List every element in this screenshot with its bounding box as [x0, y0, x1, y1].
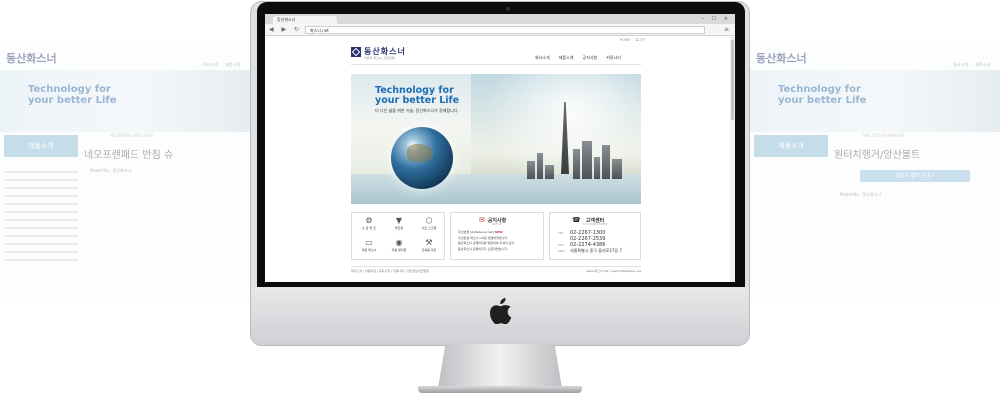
- product-shortcut-label: 자동 방지류: [391, 248, 407, 252]
- address-bar[interactable]: 화스너.net: [305, 26, 705, 34]
- info-boxes: ⚙ 소 잡 볼 트 ▼ 볼트류 ⬡ 너트·스크류 ▭ 자동 화스너 ◉ 자동 방…: [351, 212, 641, 260]
- product-shortcut-3[interactable]: ⬡ 너트·스크류: [418, 216, 440, 236]
- browser-nav-icons[interactable]: ◀ ▶ ↻: [269, 26, 302, 33]
- bg-left-category: 제품소개: [4, 135, 78, 157]
- main-nav: 회사소개 제품소개 공지사항 커뮤니티: [535, 55, 621, 61]
- apple-icon: [490, 298, 512, 329]
- product-shortcut-5[interactable]: ◉ 자동 방지류: [388, 238, 410, 258]
- browser-tab[interactable]: 동산화스너: [273, 16, 337, 24]
- bg-right-nav: 회사소개 제품소개: [953, 62, 990, 67]
- washer-icon: ◉: [395, 238, 403, 247]
- product-shortcut-label: 너트·스크류: [421, 226, 437, 230]
- bg-right-subheading: ONE TOUCH HANGER: [862, 133, 905, 138]
- monitor-chin: [251, 287, 749, 345]
- product-shortcut-label: 건축용 볼트: [421, 248, 437, 252]
- notice-item-text: 주소변경 (dsfastener.net): [458, 230, 494, 234]
- monitor-base: [418, 386, 582, 393]
- address: 서울특별시 중구 을지로17길 7: [570, 248, 622, 253]
- notice-list: 주소변경 (dsfastener.net) NEW 주소변경 화스너.net로 …: [458, 230, 514, 252]
- hero-title: Technology for your better Life: [375, 86, 459, 106]
- monitor-stand: [438, 344, 562, 388]
- scrollbar-thumb[interactable]: [731, 40, 734, 120]
- footer-links[interactable]: 회사소개 | 이용약관 | 공지사항 | 커뮤니티 | 개인정보취급방침: [351, 269, 429, 273]
- bg-right-hanger-button: 원터치 행거 안내 ?: [860, 170, 970, 182]
- bg-left-sidebar-lines: [4, 165, 78, 267]
- product-shortcut-label: 볼트류: [394, 226, 404, 230]
- camera-icon: [506, 7, 510, 11]
- website-page: HOME 로그인 동산화스너 기술과 화스너, 고객만족 회사소개 제품소개 공…: [265, 36, 735, 282]
- bg-right-model: Model No : 동산화스너: [840, 192, 882, 197]
- anchor-bolt-icon: ⚒: [425, 238, 433, 247]
- bg-right-logo: 동산화스너: [756, 52, 807, 65]
- fastener-icon: ▭: [365, 238, 373, 247]
- bg-right-heading: 원터치행거/앙산볼트: [834, 150, 921, 161]
- bg-left-subheading: NEOPRENE PAD SHOE: [110, 133, 154, 138]
- browser-toolbar: ◀ ▶ ↻ 화스너.net ≡: [265, 24, 735, 36]
- bg-right-category: 제품소개: [754, 135, 828, 157]
- nav-item-products[interactable]: 제품소개: [559, 55, 574, 61]
- bolt-icon: ▼: [395, 216, 403, 225]
- product-shortcut-label: 소 잡 볼 트: [362, 226, 376, 230]
- product-shortcut-1[interactable]: ⚙ 소 잡 볼 트: [358, 216, 380, 236]
- product-shortcuts: ⚙ 소 잡 볼 트 ▼ 볼트류 ⬡ 너트·스크류 ▭ 자동 화스너 ◉ 자동 방…: [351, 212, 445, 260]
- notice-subtitle: NOTICE: [492, 223, 502, 226]
- window-controls[interactable]: – ☐ ✕: [702, 16, 731, 22]
- background-page-left: 동산화스너 회사소개 제품소개 Technology for your bett…: [0, 40, 250, 300]
- notice-item-text: 주소변경 화스너.net로 변경되었습니다.: [458, 235, 509, 240]
- nav-item-company[interactable]: 회사소개: [535, 55, 550, 61]
- product-shortcut-label: 자동 화스너: [361, 248, 377, 252]
- product-shortcut-6[interactable]: ⚒ 건축용 볼트: [418, 238, 440, 258]
- background-page-right: 동산화스너 회사소개 제품소개 Technology for your bett…: [750, 40, 1000, 300]
- product-shortcut-4[interactable]: ▭ 자동 화스너: [358, 238, 380, 258]
- bolt-set-icon: ⚙: [365, 216, 373, 225]
- bg-left-nav: 회사소개 제품소개: [203, 62, 240, 67]
- product-shortcut-2[interactable]: ▼ 볼트류: [388, 216, 410, 236]
- top-util-links[interactable]: HOME 로그인: [620, 38, 645, 43]
- contact-subtitle: CUSTOMER CENTER: [582, 223, 608, 226]
- bg-left-banner-title: Technology for your better Life: [28, 84, 117, 106]
- monitor-screen: 동산화스너 – ☐ ✕ ◀ ▶ ↻ 화스너.net ≡ HOME 로그인 동산화…: [265, 14, 735, 282]
- footer-domains: www.화스너.net | www.dsfastener.net: [586, 269, 641, 273]
- bg-right-banner: Technology for your better Life: [750, 70, 1000, 132]
- nav-item-notice[interactable]: 공지사항: [582, 55, 597, 61]
- nav-divider: [351, 64, 641, 65]
- bg-left-model: Model No : 동산화스너: [90, 168, 132, 173]
- bg-left-heading: 네오프랜패드 반침 슈: [84, 150, 174, 161]
- notice-box[interactable]: ✉ 공지사항 NOTICE 주소변경 (dsfastener.net) NEW …: [450, 212, 544, 260]
- address-label: ADD.: [558, 249, 566, 253]
- notice-item-text: 동산화스너 홈페이지가 오픈되었습니다.: [458, 246, 508, 251]
- nav-item-community[interactable]: 커뮤니티: [606, 55, 621, 61]
- notice-item-text: 동산화스너 홈페이지를 방문하여 주셔서 감사: [458, 241, 515, 245]
- browser-menu-icon[interactable]: ≡: [724, 26, 729, 33]
- contact-details: TEL. 02-2267-1300 02-2267-2539 FAX. 02-227…: [558, 230, 622, 254]
- bg-left-banner: Technology for your better Life: [0, 70, 250, 132]
- new-badge: NEW: [494, 230, 503, 234]
- bg-left-logo: 동산화스너: [6, 52, 57, 65]
- contact-box: ☎ 고객센터 CUSTOMER CENTER TEL. 02-2267-1300 …: [549, 212, 641, 260]
- site-logo-tagline: 기술과 화스너, 고객만족: [364, 56, 395, 60]
- browser-tab-strip: 동산화스너 – ☐ ✕: [265, 14, 735, 24]
- hero-banner: Technology for your better Life 더 나은 삶을 …: [351, 74, 641, 204]
- hero-title-line2: your better Life: [375, 95, 460, 106]
- hero-subtitle: 더 나은 삶을 위한 기술, 동산화스너가 함께합니다.: [375, 108, 459, 113]
- notice-item-4[interactable]: 동산화스너 홈페이지가 오픈되었습니다.: [458, 247, 514, 253]
- city-skyline: [527, 134, 627, 179]
- bg-right-banner-title: Technology for your better Life: [778, 84, 867, 106]
- nut-icon: ⬡: [425, 216, 433, 225]
- globe-land: [407, 144, 433, 162]
- site-footer: 회사소개 | 이용약관 | 공지사항 | 커뮤니티 | 개인정보취급방침 www…: [351, 266, 641, 273]
